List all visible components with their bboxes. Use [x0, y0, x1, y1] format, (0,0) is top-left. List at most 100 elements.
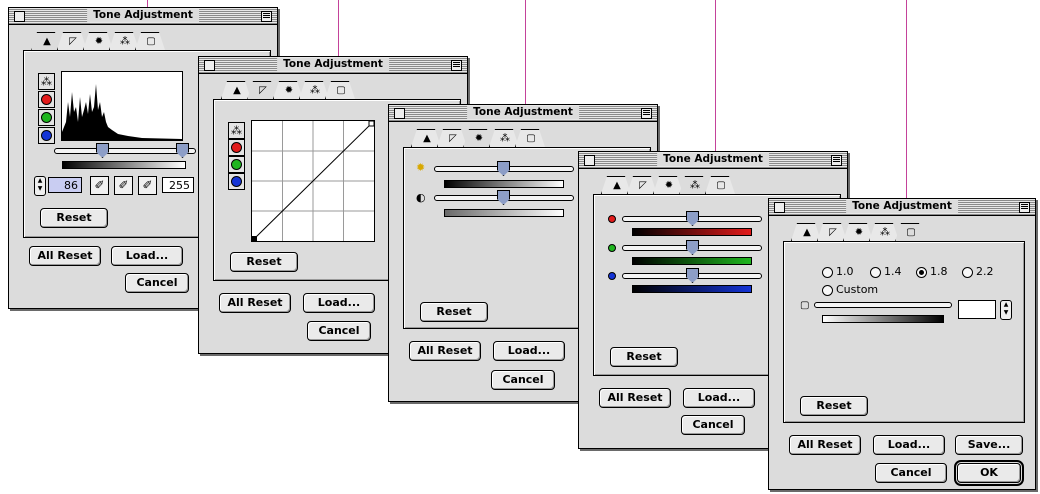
cancel-button[interactable]: Cancel [681, 415, 745, 435]
green-gradient-bar [632, 257, 752, 265]
collapse-box-icon[interactable] [641, 108, 652, 119]
gamma-radio-1-4[interactable]: 1.4 [870, 266, 902, 278]
cancel-button[interactable]: Cancel [307, 321, 371, 341]
title-bar[interactable]: Tone Adjustment [9, 8, 277, 25]
close-box-icon[interactable] [394, 108, 405, 119]
tab-gamma[interactable]: ▢ [515, 129, 545, 147]
load-button[interactable]: Load... [111, 246, 183, 266]
brightness-icon: ✹ [854, 226, 864, 238]
brightness-icon: ✹ [416, 161, 426, 174]
blue-channel-icon [231, 176, 242, 187]
window-title: Tone Adjustment [87, 9, 199, 22]
gamma-icon: ▢ [716, 179, 726, 191]
gamma-icon: ▢ [336, 84, 346, 96]
gamma-radio-custom[interactable]: Custom [822, 284, 878, 296]
all-reset-button[interactable]: All Reset [29, 246, 101, 266]
custom-gamma-stepper[interactable]: ▲ ▼ [1000, 300, 1012, 320]
white-eyedropper-icon[interactable]: ✐ [138, 176, 157, 195]
close-box-icon[interactable] [774, 202, 785, 213]
reset-button[interactable]: Reset [230, 252, 298, 272]
gamma-radio-1-0[interactable]: 1.0 [822, 266, 854, 278]
black-point-slider-thumb[interactable] [96, 143, 109, 158]
contrast-slider-thumb[interactable] [497, 190, 510, 205]
collapse-box-icon[interactable] [831, 155, 842, 166]
ok-button[interactable]: OK [954, 460, 1024, 486]
reset-button[interactable]: Reset [610, 347, 678, 367]
all-reset-button[interactable]: All Reset [409, 341, 481, 361]
close-box-icon[interactable] [14, 11, 25, 22]
all-reset-button[interactable]: All Reset [219, 293, 291, 313]
gamma-panel: 1.0 1.4 1.8 2.2 Custom ▢ ▲ ▼ Reset [783, 241, 1025, 423]
collapse-box-icon[interactable] [451, 60, 462, 71]
channel-blue-button[interactable] [228, 173, 245, 190]
all-reset-button[interactable]: All Reset [599, 388, 671, 408]
tab-gamma[interactable]: ▢ [325, 81, 355, 99]
contrast-gradient-bar [444, 209, 564, 217]
radio-button-selected-icon [916, 266, 927, 278]
load-button[interactable]: Load... [873, 435, 945, 455]
channel-green-button[interactable] [228, 156, 245, 173]
brightness-slider-thumb[interactable] [497, 161, 510, 176]
channel-rgb-button[interactable]: ⁂ [38, 73, 55, 90]
histogram [61, 71, 183, 141]
red-gradient-bar [632, 228, 752, 236]
tab-gamma[interactable]: ▢ [895, 223, 925, 242]
histogram-icon: ▲ [613, 179, 621, 191]
load-button[interactable]: Load... [683, 388, 755, 408]
tone-curve-graph[interactable] [251, 120, 375, 242]
tone-adjustment-window-gamma: Tone Adjustment ▲ ◸ ✹ ⁂ ▢ 1.0 1.4 1.8 2.… [768, 198, 1036, 490]
reset-button[interactable]: Reset [800, 396, 868, 416]
gamma-radio-2-2[interactable]: 2.2 [962, 266, 994, 278]
channel-rgb-button[interactable]: ⁂ [228, 122, 245, 139]
brightness-icon: ✹ [284, 84, 294, 96]
tab-strip: ▲ ◸ ✹ ⁂ ▢ [31, 32, 201, 51]
gamma-radio-1-8[interactable]: 1.8 [916, 266, 948, 278]
gamma-slider-track[interactable] [814, 302, 952, 308]
tab-gamma[interactable]: ▢ [135, 32, 165, 50]
all-reset-button[interactable]: All Reset [789, 435, 861, 455]
reset-button[interactable]: Reset [420, 302, 488, 322]
save-button[interactable]: Save... [955, 435, 1023, 455]
black-point-stepper[interactable]: ▲ ▼ [34, 176, 46, 196]
gamma-icon: ▢ [906, 227, 916, 238]
close-box-icon[interactable] [584, 155, 595, 166]
cancel-button[interactable]: Cancel [125, 273, 189, 293]
color-balance-icon: ⁂ [880, 226, 890, 238]
green-slider-thumb[interactable] [686, 240, 699, 255]
custom-gamma-field[interactable] [958, 300, 996, 319]
title-bar[interactable]: Tone Adjustment [389, 105, 657, 122]
load-button[interactable]: Load... [493, 341, 565, 361]
gray-eyedropper-icon[interactable]: ✐ [114, 176, 133, 195]
channel-red-button[interactable] [228, 139, 245, 156]
close-box-icon[interactable] [204, 60, 215, 71]
tab-strip: ▲ ◸ ✹ ⁂ ▢ [221, 81, 391, 100]
load-button[interactable]: Load... [303, 293, 375, 313]
channel-red-button[interactable] [38, 91, 55, 108]
title-bar[interactable]: Tone Adjustment [769, 199, 1035, 216]
blue-slider-thumb[interactable] [686, 268, 699, 283]
callout-line-2 [338, 0, 339, 58]
curve-icon: ◸ [829, 226, 837, 238]
tab-gamma[interactable]: ▢ [705, 176, 735, 194]
red-slider-thumb[interactable] [686, 211, 699, 226]
radio-button-icon [822, 266, 833, 278]
levels-slider-track[interactable] [54, 148, 196, 154]
white-point-slider-thumb[interactable] [176, 143, 189, 158]
cancel-button[interactable]: Cancel [875, 463, 947, 483]
green-channel-icon [41, 112, 52, 123]
black-point-field[interactable]: 86 [48, 177, 82, 193]
collapse-box-icon[interactable] [261, 11, 272, 22]
contrast-icon: ◐ [416, 191, 426, 204]
cancel-button[interactable]: Cancel [491, 370, 555, 390]
channel-blue-button[interactable] [38, 127, 55, 144]
color-balance-icon: ⁂ [690, 180, 700, 191]
green-channel-icon [608, 244, 616, 252]
channel-green-button[interactable] [38, 109, 55, 126]
black-eyedropper-icon[interactable]: ✐ [90, 176, 109, 195]
title-bar[interactable]: Tone Adjustment [579, 152, 847, 169]
collapse-box-icon[interactable] [1019, 202, 1030, 213]
gamma-icon: ▢ [526, 132, 536, 144]
title-bar[interactable]: Tone Adjustment [199, 57, 467, 74]
white-point-field[interactable]: 255 [162, 177, 194, 193]
reset-button[interactable]: Reset [40, 208, 108, 228]
